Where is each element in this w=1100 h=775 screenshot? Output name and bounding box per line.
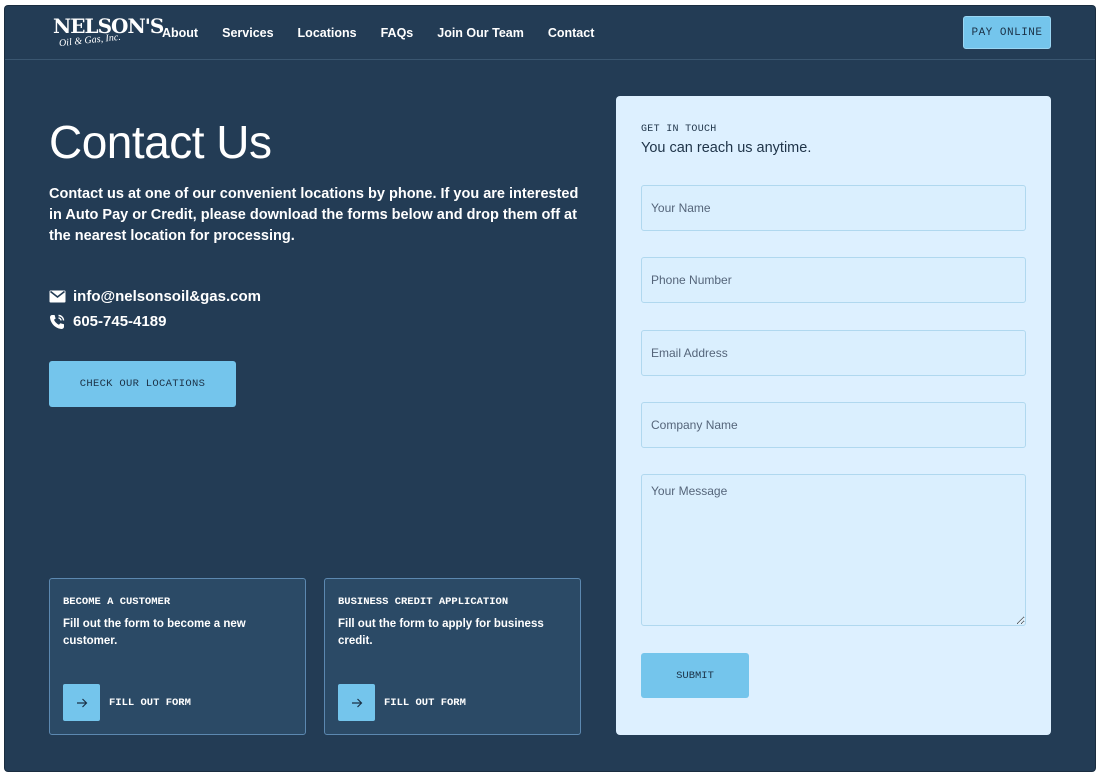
arrow-right-icon — [76, 698, 87, 707]
become-customer-card: BECOME A CUSTOMER Fill out the form to b… — [49, 578, 306, 735]
email-line: info@nelsonsoil&gas.com — [49, 288, 261, 305]
email-link[interactable]: info@nelsonsoil&gas.com — [73, 288, 261, 305]
form-subtitle: You can reach us anytime. — [641, 140, 812, 156]
phone-icon — [49, 314, 67, 330]
main-nav: About Services Locations FAQs Join Our T… — [162, 25, 618, 41]
nelsons-logo[interactable]: NELSON'S Oil & Gas, Inc. — [51, 15, 164, 51]
message-field[interactable] — [641, 474, 1026, 626]
card-title: BECOME A CUSTOMER — [63, 596, 171, 608]
phone-field[interactable] — [641, 257, 1026, 303]
nav-join-our-team[interactable]: Join Our Team — [437, 25, 524, 41]
phone-line: 605-745-4189 — [49, 313, 166, 330]
fill-out-form-label[interactable]: FILL OUT FORM — [109, 697, 191, 709]
card-description: Fill out the form to apply for business … — [338, 618, 544, 647]
fill-out-form-link[interactable]: FILL OUT FORM — [63, 684, 191, 721]
arrow-right-button[interactable] — [63, 684, 100, 721]
nav-locations[interactable]: Locations — [298, 25, 357, 41]
pay-online-button[interactable]: PAY ONLINE — [963, 16, 1051, 49]
page-title: Contact Us — [49, 116, 272, 168]
fill-out-form-link[interactable]: FILL OUT FORM — [338, 684, 466, 721]
page-frame: NELSON'S Oil & Gas, Inc. About Services … — [5, 6, 1095, 771]
nav-contact[interactable]: Contact — [548, 25, 595, 41]
nav-about[interactable]: About — [162, 25, 198, 41]
company-field[interactable] — [641, 402, 1026, 448]
arrow-right-icon — [351, 698, 362, 707]
fill-out-form-label[interactable]: FILL OUT FORM — [384, 697, 466, 709]
site-header: NELSON'S Oil & Gas, Inc. About Services … — [5, 6, 1095, 60]
nav-faqs[interactable]: FAQs — [381, 25, 414, 41]
contact-form: GET IN TOUCH You can reach us anytime. S… — [616, 96, 1051, 735]
submit-button[interactable]: SUBMIT — [641, 653, 749, 698]
intro-text: Contact us at one of our convenient loca… — [49, 186, 579, 244]
form-eyebrow: GET IN TOUCH — [641, 124, 717, 135]
mail-icon — [49, 289, 67, 305]
name-field[interactable] — [641, 185, 1026, 231]
business-credit-card: BUSINESS CREDIT APPLICATION Fill out the… — [324, 578, 581, 735]
check-our-locations-button[interactable]: CHECK OUR LOCATIONS — [49, 361, 236, 407]
card-description: Fill out the form to become a new custom… — [63, 618, 246, 647]
arrow-right-button[interactable] — [338, 684, 375, 721]
card-title: BUSINESS CREDIT APPLICATION — [338, 596, 509, 608]
phone-link[interactable]: 605-745-4189 — [73, 313, 166, 330]
nav-services[interactable]: Services — [222, 25, 273, 41]
email-field[interactable] — [641, 330, 1026, 376]
